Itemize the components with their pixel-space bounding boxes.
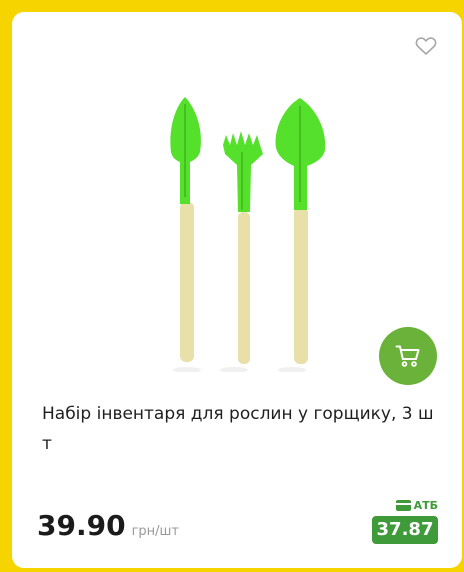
promo-price-block: АТБ 37.87	[372, 497, 438, 544]
product-title[interactable]: Набір інвентаря для рослин у горщику, 3 …	[42, 399, 440, 459]
heart-outline-icon	[415, 37, 437, 55]
promo-price: 37.87	[372, 516, 438, 544]
tool-handle-right	[294, 207, 308, 364]
add-to-cart-button[interactable]	[379, 327, 437, 385]
price-value: 39.90	[37, 509, 126, 542]
promo-brand: АТБ	[372, 497, 438, 513]
promo-label: АТБ	[413, 498, 438, 512]
price-unit: грн/шт	[131, 524, 180, 539]
product-card[interactable]: Набір інвентаря для рослин у горщику, 3 …	[12, 12, 462, 568]
rake-head	[223, 131, 263, 212]
tool-handle-middle	[238, 212, 250, 364]
regular-price: 39.90 грн/шт	[37, 509, 179, 542]
favorite-button[interactable]	[415, 36, 437, 56]
product-image[interactable]	[142, 92, 338, 372]
tool-handle-left	[180, 202, 194, 362]
card-icon	[395, 499, 411, 511]
shopping-cart-icon	[395, 345, 420, 367]
